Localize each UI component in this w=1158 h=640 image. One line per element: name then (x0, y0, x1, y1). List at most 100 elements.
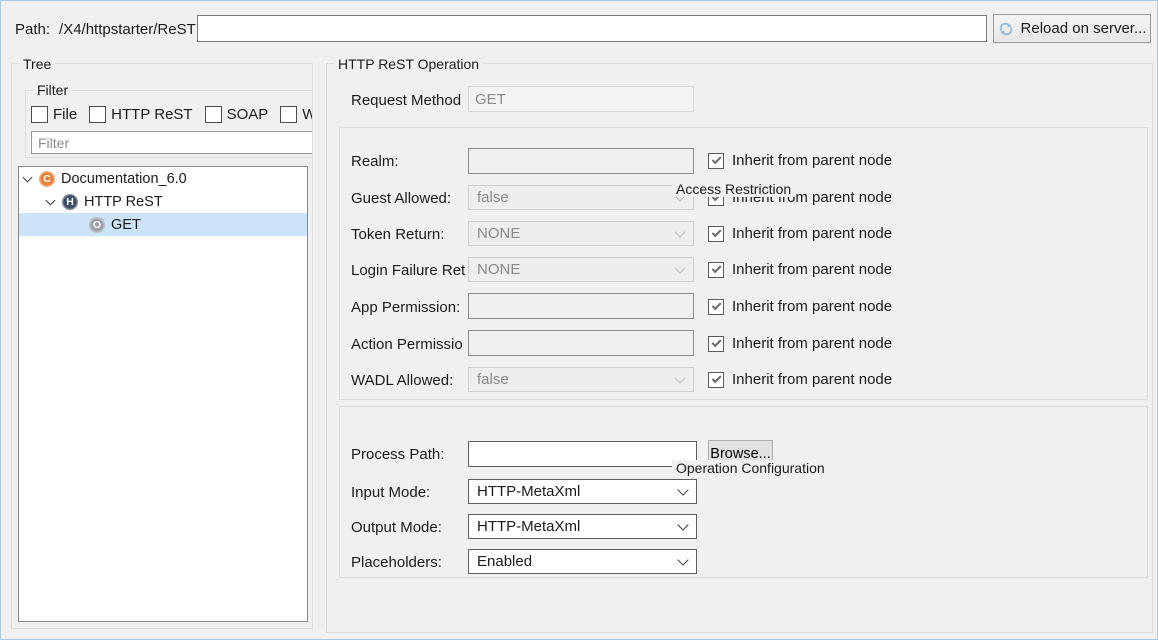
operation-configuration-title: Operation Configuration (672, 460, 829, 476)
action-permission-input[interactable] (468, 330, 694, 356)
checkbox-checked[interactable] (708, 262, 724, 278)
check-icon (711, 263, 720, 272)
main-group-title: HTTP ReST Operation (334, 56, 483, 72)
filter-checkbox-file-label: File (53, 106, 77, 123)
token-return-select: NONE (468, 221, 694, 246)
filter-checkbox-soap[interactable]: SOAP (205, 106, 269, 123)
process-path-input[interactable] (468, 441, 697, 467)
operation-icon: O (89, 217, 105, 233)
wadl-allowed-value: false (477, 371, 509, 388)
tree-view[interactable]: C Documentation_6.0 H HTTP ReST O GET (18, 166, 308, 622)
output-mode-label: Output Mode: (351, 519, 465, 536)
component-icon: C (39, 171, 55, 187)
input-mode-value: HTTP-MetaXml (477, 483, 580, 500)
http-rest-operation-group: Request Method GET Access Restriction Re… (326, 63, 1153, 633)
tree-node-get[interactable]: O GET (19, 213, 307, 236)
checkbox-checked[interactable] (708, 299, 724, 315)
guest-allowed-value: false (477, 189, 509, 206)
path-caption: Path: (15, 21, 50, 38)
filter-checkbox-http-rest-label: HTTP ReST (111, 106, 192, 123)
output-mode-select[interactable]: HTTP-MetaXml (468, 514, 697, 539)
filter-group-title: Filter (33, 82, 72, 98)
guest-allowed-select: false (468, 185, 694, 210)
inherit-app-permission[interactable]: Inherit from parent node (708, 298, 892, 315)
inherit-label: Inherit from parent node (732, 371, 892, 388)
guest-allowed-label: Guest Allowed: (351, 190, 465, 207)
chevron-down-icon[interactable] (23, 172, 33, 182)
http-rest-icon: H (62, 194, 78, 210)
panel-divider[interactable] (318, 63, 319, 629)
checkbox-unchecked[interactable] (280, 106, 297, 123)
login-failure-return-value: NONE (477, 261, 520, 278)
output-mode-value: HTTP-MetaXml (477, 518, 580, 535)
login-failure-return-select: NONE (468, 257, 694, 282)
reload-button-label: Reload on server... (1021, 20, 1147, 37)
inherit-token-return[interactable]: Inherit from parent node (708, 225, 892, 242)
filter-checkbox-soap-label: SOAP (227, 106, 269, 123)
inherit-label: Inherit from parent node (732, 261, 892, 278)
path-label: Path: /X4/httpstarter/ReST (15, 21, 196, 38)
process-path-label: Process Path: (351, 446, 465, 463)
realm-input[interactable] (468, 148, 694, 174)
inherit-login-failure-return[interactable]: Inherit from parent node (708, 261, 892, 278)
check-icon (711, 337, 720, 346)
sync-arrows-icon (998, 21, 1014, 37)
input-mode-select[interactable]: HTTP-MetaXml (468, 479, 697, 504)
filter-checkbox-row: File HTTP ReST SOAP WADL (31, 106, 313, 123)
tree-node-label: GET (111, 217, 141, 233)
wadl-allowed-label: WADL Allowed: (351, 372, 465, 389)
realm-label: Realm: (351, 153, 465, 170)
panel-divider (322, 63, 323, 629)
checkbox-checked[interactable] (708, 336, 724, 352)
app-window: Path: /X4/httpstarter/ReST Reload on serv… (0, 0, 1158, 640)
filter-input[interactable] (31, 131, 313, 154)
token-return-value: NONE (477, 225, 520, 242)
checkbox-unchecked[interactable] (205, 106, 222, 123)
path-input[interactable] (197, 15, 987, 42)
token-return-label: Token Return: (351, 226, 465, 243)
chevron-down-icon (677, 519, 688, 530)
chevron-down-icon (677, 484, 688, 495)
checkbox-unchecked[interactable] (31, 106, 48, 123)
placeholders-label: Placeholders: (351, 554, 465, 571)
request-method-label: Request Method (351, 92, 465, 109)
tree-node-http-rest[interactable]: H HTTP ReST (19, 190, 307, 213)
inherit-realm[interactable]: Inherit from parent node (708, 152, 892, 169)
inherit-label: Inherit from parent node (732, 335, 892, 352)
chevron-down-icon[interactable] (46, 195, 56, 205)
checkbox-checked[interactable] (708, 226, 724, 242)
inherit-label: Inherit from parent node (732, 152, 892, 169)
app-permission-input[interactable] (468, 293, 694, 319)
filter-checkbox-http-rest[interactable]: HTTP ReST (89, 106, 192, 123)
chevron-down-icon (677, 554, 688, 565)
action-permission-label: Action Permissio (351, 336, 465, 353)
check-icon (711, 154, 720, 163)
path-value: /X4/httpstarter/ReST (59, 21, 196, 38)
wadl-allowed-select: false (468, 367, 694, 392)
filter-checkbox-wadl-label: WADL (302, 106, 313, 123)
chevron-down-icon (674, 226, 685, 237)
placeholders-value: Enabled (477, 553, 532, 570)
inherit-action-permission[interactable]: Inherit from parent node (708, 335, 892, 352)
checkbox-unchecked[interactable] (89, 106, 106, 123)
login-failure-return-label: Login Failure Ret (351, 262, 465, 279)
check-icon (711, 227, 720, 236)
tree-group-title: Tree (19, 56, 55, 72)
reload-on-server-button[interactable]: Reload on server... (993, 14, 1151, 43)
tree-node-label: Documentation_6.0 (61, 171, 187, 187)
filter-checkbox-file[interactable]: File (31, 106, 77, 123)
chevron-down-icon (674, 262, 685, 273)
request-method-field: GET (468, 86, 694, 112)
filter-checkbox-wadl[interactable]: WADL (280, 106, 313, 123)
tree-node-label: HTTP ReST (84, 194, 163, 210)
placeholders-select[interactable]: Enabled (468, 549, 697, 574)
chevron-down-icon (674, 372, 685, 383)
input-mode-label: Input Mode: (351, 484, 465, 501)
checkbox-checked[interactable] (708, 153, 724, 169)
tree-node-documentation[interactable]: C Documentation_6.0 (19, 167, 307, 190)
inherit-wadl-allowed[interactable]: Inherit from parent node (708, 371, 892, 388)
access-restriction-title: Access Restriction (672, 181, 795, 197)
check-icon (711, 300, 720, 309)
checkbox-checked[interactable] (708, 372, 724, 388)
inherit-label: Inherit from parent node (732, 225, 892, 242)
